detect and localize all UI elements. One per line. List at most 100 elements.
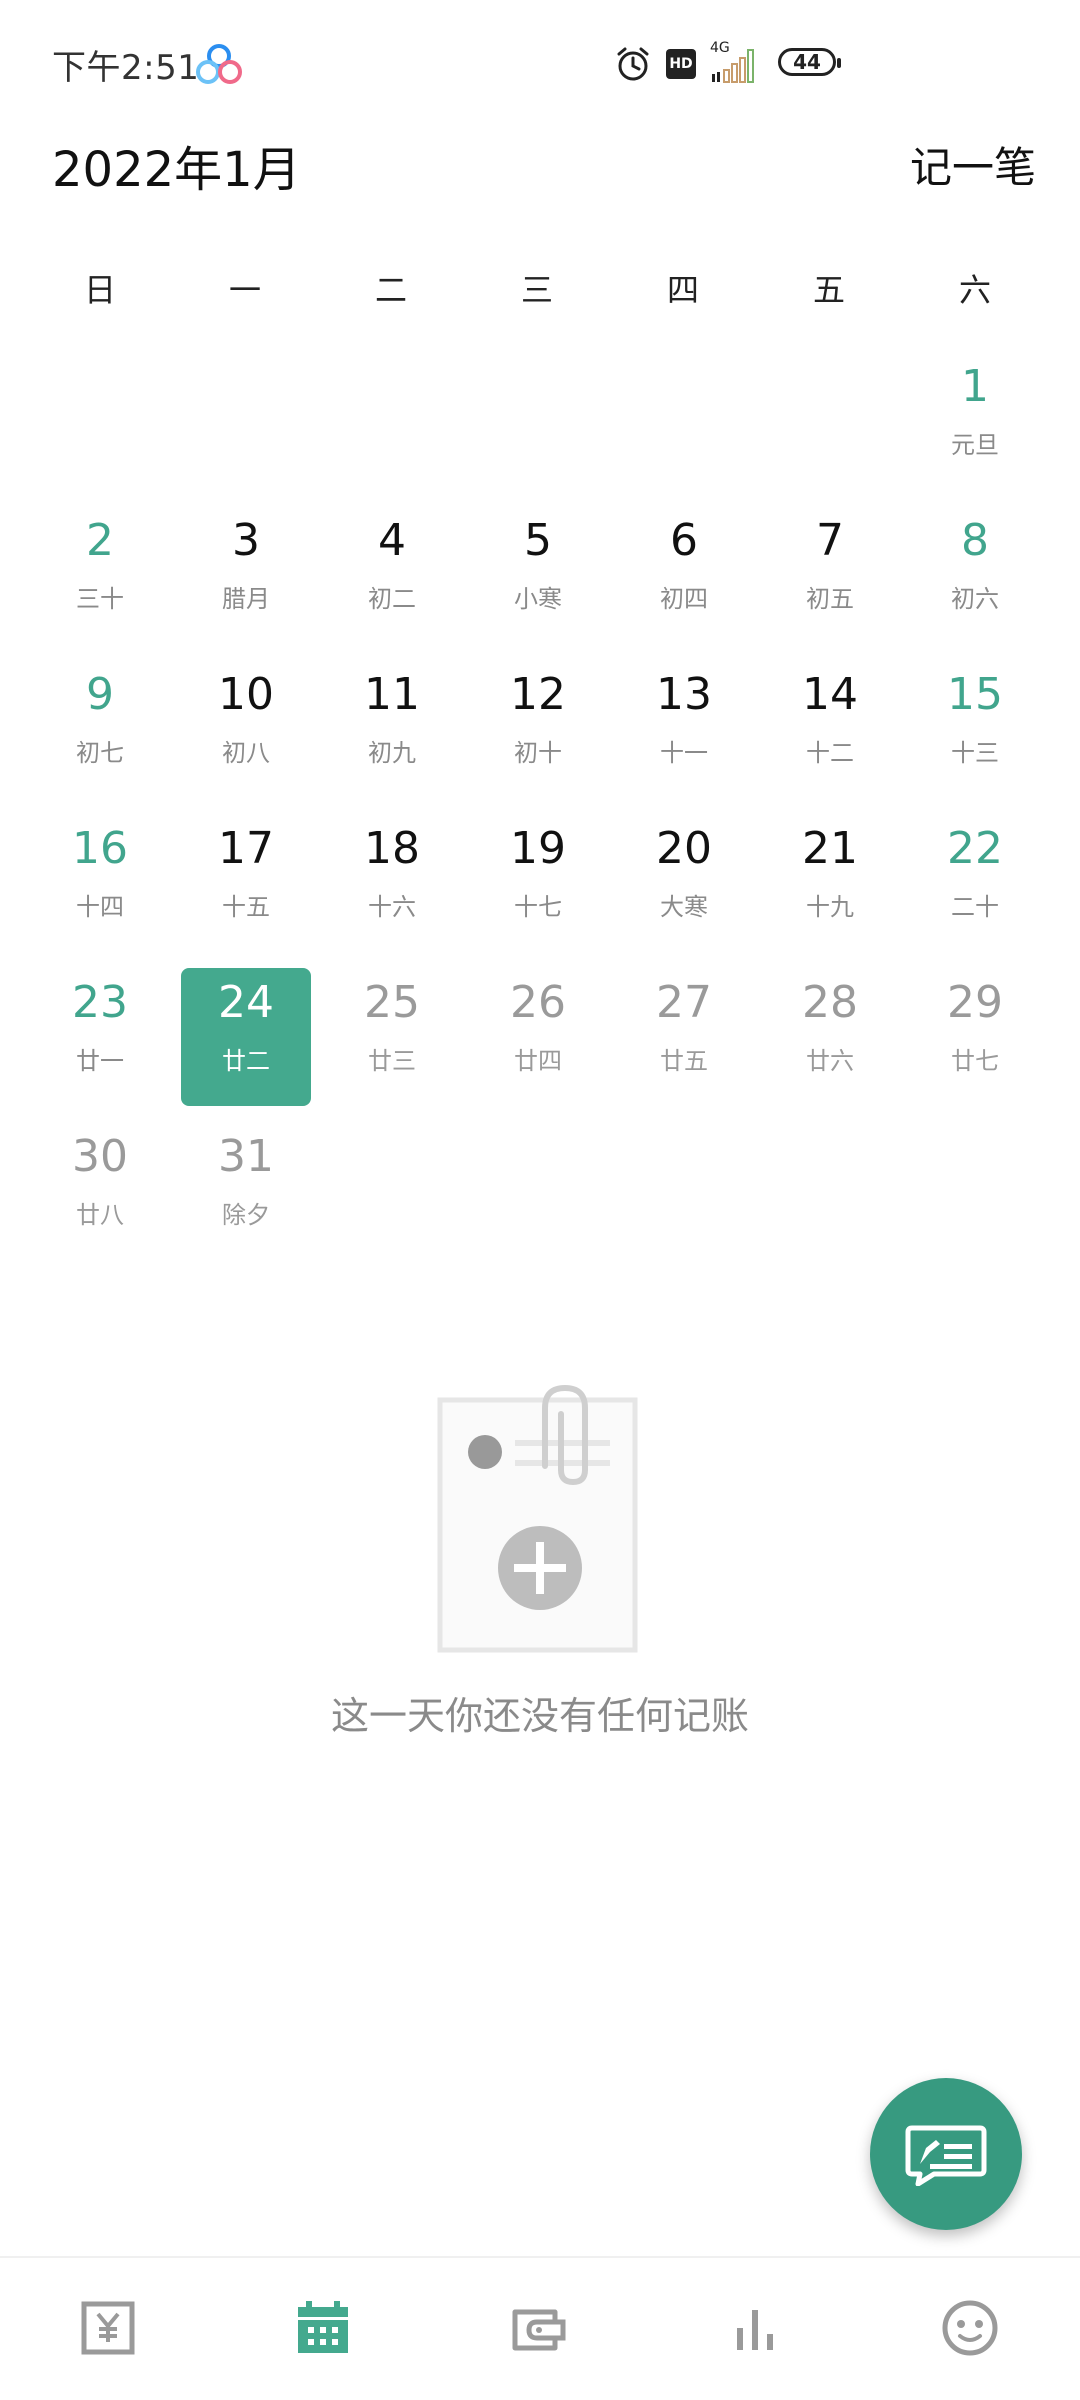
day-cell[interactable]: 8 初六 [910,506,1040,644]
day-number: 28 [802,977,858,1028]
day-lunar: 廿五 [660,1047,708,1075]
nav-profile[interactable] [940,2298,1000,2358]
day-number: 1 [961,361,989,412]
nav-statistics[interactable] [725,2298,785,2358]
day-number: 11 [364,669,420,720]
wallet-icon [512,2309,566,2351]
day-lunar: 初二 [368,585,416,613]
empty-note-plus-icon [437,1384,638,1653]
day-cell[interactable]: 18 十六 [327,814,457,952]
day-cell[interactable]: 20 大寒 [619,814,749,952]
day-cell[interactable]: 3 腊月 [181,506,311,644]
day-cell[interactable]: 5 小寒 [473,506,603,644]
day-cell[interactable]: 31 除夕 [181,1122,311,1260]
day-cell[interactable]: 23 廿一 [35,968,165,1106]
day-number: 8 [961,515,989,566]
nav-calendar[interactable] [293,2298,353,2358]
day-number: 29 [947,977,1003,1028]
day-cell[interactable]: 7 初五 [765,506,895,644]
day-cell[interactable]: 19 十七 [473,814,603,952]
day-cell[interactable]: 4 初二 [327,506,457,644]
day-number: 9 [86,669,114,720]
day-number: 25 [364,977,420,1028]
day-lunar: 廿八 [76,1201,124,1229]
day-cell[interactable]: 1 元旦 [910,352,1040,490]
day-lunar: 初四 [660,585,708,613]
day-number: 10 [218,669,274,720]
day-number: 22 [947,823,1003,874]
day-number: 26 [510,977,566,1028]
day-cell[interactable]: 29 廿七 [910,968,1040,1106]
day-lunar: 十六 [368,893,416,921]
day-cell[interactable]: 26 廿四 [473,968,603,1106]
day-lunar: 初八 [222,739,270,767]
day-lunar: 初五 [806,585,854,613]
day-lunar: 廿一 [76,1047,124,1075]
day-cell[interactable]: 15 十三 [910,660,1040,798]
day-number: 7 [816,515,844,566]
day-cell[interactable]: 12 初十 [473,660,603,798]
day-lunar: 十一 [660,739,708,767]
day-number: 18 [364,823,420,874]
day-lunar: 初七 [76,739,124,767]
day-number: 27 [656,977,712,1028]
nav-wallet[interactable] [509,2298,569,2358]
day-lunar: 元旦 [951,431,999,459]
day-cell[interactable]: 10 初八 [181,660,311,798]
day-number: 20 [656,823,712,874]
empty-state-message: 这一天你还没有任何记账 [330,1694,749,1738]
day-cell[interactable]: 2 三十 [35,506,165,644]
day-lunar: 十二 [806,739,854,767]
day-number: 14 [802,669,858,720]
day-cell[interactable]: 13 十一 [619,660,749,798]
day-number: 13 [656,669,712,720]
day-number: 30 [72,1131,128,1182]
day-lunar: 廿四 [514,1047,562,1075]
day-number: 3 [232,515,260,566]
day-cell[interactable]: 16 十四 [35,814,165,952]
day-lunar: 十五 [222,893,270,921]
bottom-nav [0,2256,1080,2400]
day-lunar: 小寒 [514,585,562,613]
day-lunar: 三十 [76,585,124,613]
day-cell[interactable]: 21 十九 [765,814,895,952]
day-number: 19 [510,823,566,874]
day-cell[interactable]: 25 廿三 [327,968,457,1106]
day-lunar: 除夕 [222,1201,270,1229]
day-cell[interactable]: 17 十五 [181,814,311,952]
day-cell[interactable]: 30 廿八 [35,1122,165,1260]
day-cell[interactable]: 14 十二 [765,660,895,798]
day-number: 31 [218,1131,274,1182]
day-lunar: 腊月 [222,585,270,613]
bar-chart-icon [737,2310,773,2350]
day-cell[interactable]: 28 廿六 [765,968,895,1106]
day-cell[interactable]: 22 二十 [910,814,1040,952]
day-cell[interactable]: 9 初七 [35,660,165,798]
day-cell[interactable]: 6 初四 [619,506,749,644]
day-lunar: 初十 [514,739,562,767]
day-lunar: 初六 [951,585,999,613]
day-number: 12 [510,669,566,720]
day-lunar: 廿二 [222,1047,270,1075]
day-cell[interactable]: 27 廿五 [619,968,749,1106]
day-number: 15 [947,669,1003,720]
day-number: 4 [378,515,406,566]
day-number: 21 [802,823,858,874]
day-lunar: 十四 [76,893,124,921]
nav-bookkeeping[interactable] [78,2298,138,2358]
day-number: 17 [218,823,274,874]
calendar-icon [298,2301,348,2353]
smiley-icon [942,2300,998,2356]
day-cell[interactable]: 11 初九 [327,660,457,798]
day-cell-selected[interactable]: 24 廿二 [181,968,311,1106]
day-number: 16 [72,823,128,874]
day-number: 24 [218,977,274,1028]
calendar-grid: 1 元旦 2 三十 3 腊月 4 初二 5 小寒 6 初四 7 初五 8 初六 … [0,0,1080,1260]
day-lunar: 二十 [951,893,999,921]
day-lunar: 廿三 [368,1047,416,1075]
day-lunar: 十三 [951,739,999,767]
day-lunar: 大寒 [660,893,708,921]
add-record-fab[interactable] [870,2078,1022,2230]
day-number: 2 [86,515,114,566]
day-number: 5 [524,515,552,566]
